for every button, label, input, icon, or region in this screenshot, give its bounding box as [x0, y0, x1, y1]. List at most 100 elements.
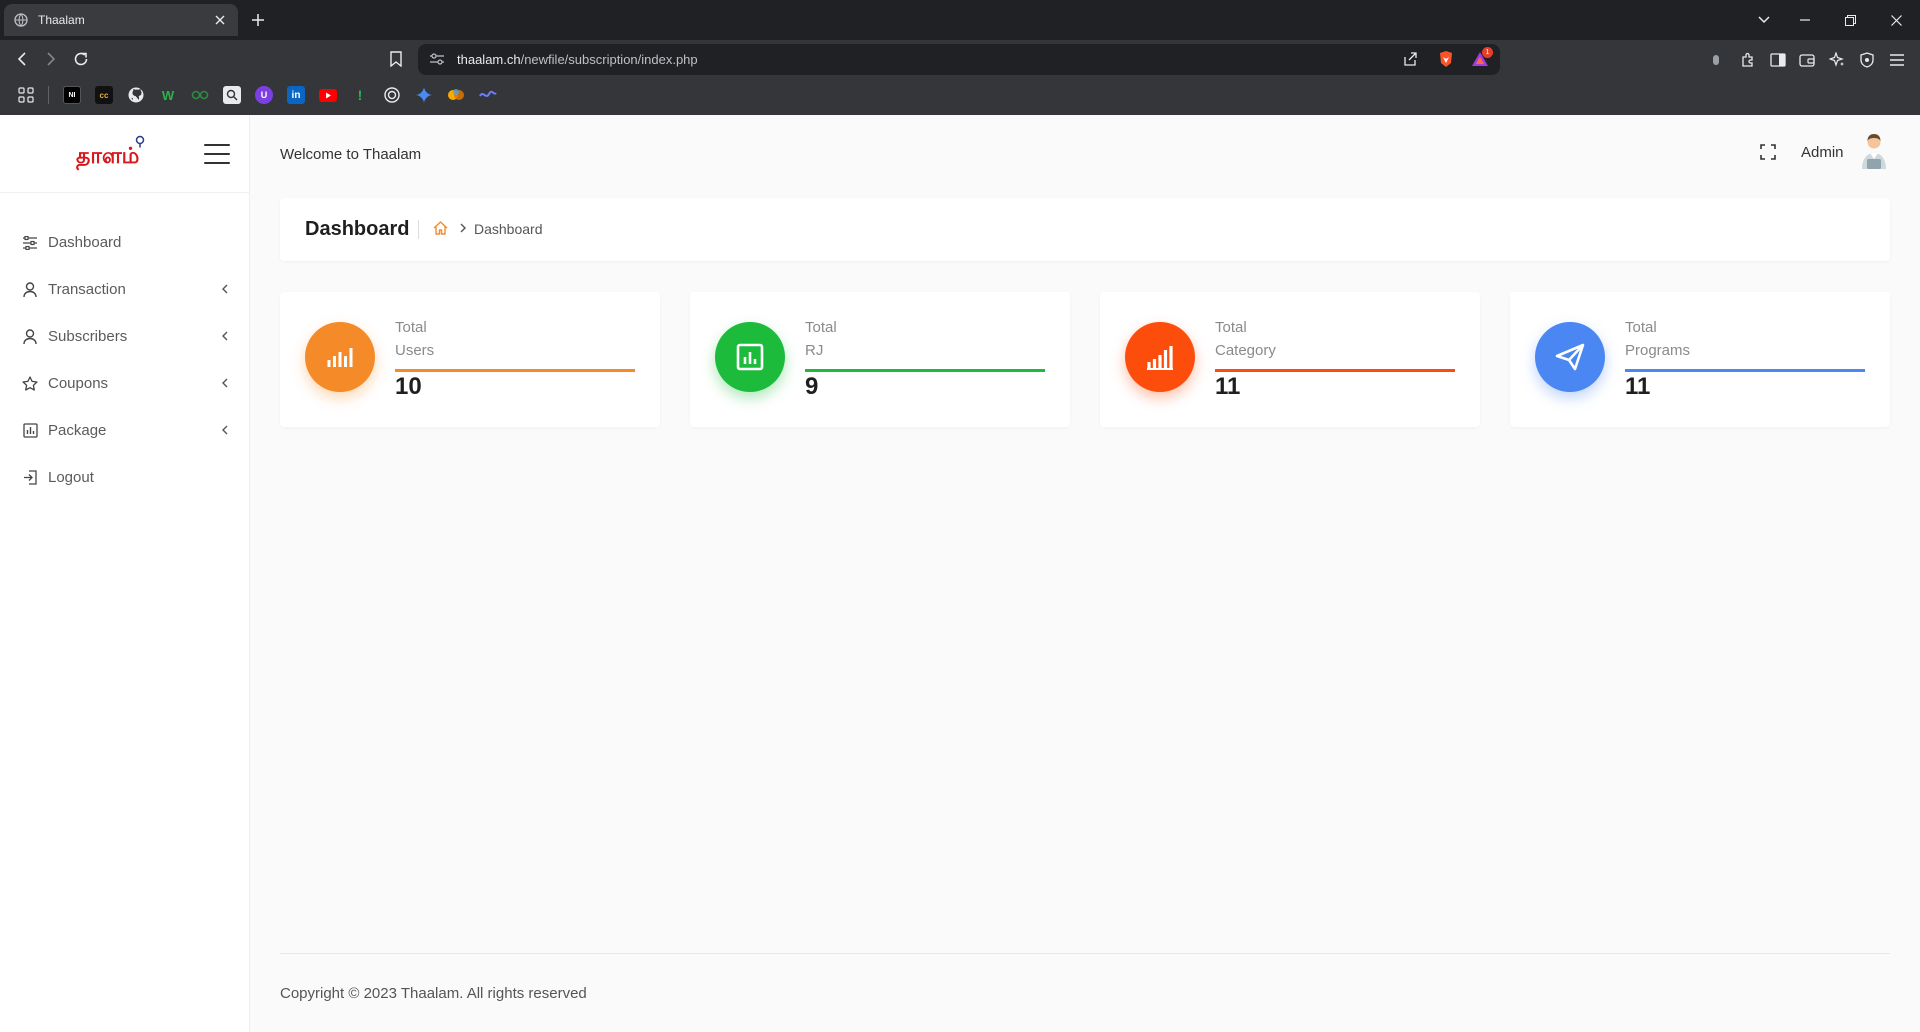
colab-icon[interactable]	[447, 86, 465, 104]
close-tab-icon[interactable]	[212, 12, 228, 28]
globe-icon	[14, 13, 28, 27]
avatar[interactable]	[1860, 133, 1888, 171]
footer-divider	[280, 953, 1890, 954]
new-tab-icon[interactable]	[248, 10, 268, 30]
chart-box-icon	[22, 423, 38, 439]
star-icon	[22, 375, 38, 392]
bookmark-ni-icon[interactable]: NI	[63, 86, 81, 104]
sidebar-item-subscribers[interactable]: Subscribers	[0, 313, 250, 360]
sidebar-item-coupons[interactable]: Coupons	[0, 360, 250, 407]
breadcrumb-divider	[418, 220, 419, 239]
sidebar-item-transaction[interactable]: Transaction	[0, 266, 250, 313]
gemini-icon[interactable]	[415, 86, 433, 104]
forward-icon[interactable]	[41, 49, 61, 69]
stat-underline	[1625, 369, 1865, 372]
share-icon[interactable]	[1400, 49, 1420, 69]
stat-label: Total	[1625, 319, 1657, 336]
apps-grid-icon[interactable]	[17, 86, 35, 104]
breadcrumb-card: Dashboard Dashboard	[280, 198, 1890, 261]
brave-shield-icon[interactable]	[1436, 49, 1456, 69]
browser-menu-icon[interactable]	[1887, 50, 1907, 70]
rewards-badge: 1	[1482, 47, 1493, 58]
user-name[interactable]: Admin	[1801, 144, 1844, 161]
reload-icon[interactable]	[71, 49, 91, 69]
wallet-icon[interactable]	[1797, 50, 1817, 70]
sidebar-menu: Dashboard Transaction Subscribers Coupon…	[0, 219, 250, 501]
stat-value: 11	[1215, 373, 1241, 400]
breadcrumb-current: Dashboard	[474, 221, 543, 237]
back-icon[interactable]	[12, 49, 32, 69]
user-icon	[22, 328, 38, 345]
restore-icon[interactable]	[1838, 8, 1862, 32]
stat-value: 11	[1625, 373, 1651, 400]
bookmark-icon[interactable]	[386, 49, 406, 69]
thaalam-logo[interactable]: தாளம்	[74, 135, 150, 173]
youtube-icon[interactable]	[319, 86, 337, 104]
minimize-icon[interactable]	[1793, 8, 1817, 32]
sidebar-item-label: Subscribers	[48, 328, 128, 345]
bookmark-exclaim-icon[interactable]: !	[351, 86, 369, 104]
github-icon[interactable]	[127, 86, 145, 104]
page-title: Dashboard	[305, 218, 410, 240]
svg-text:தாளம்: தாளம்	[76, 144, 139, 171]
user-icon	[22, 281, 38, 298]
stat-underline	[395, 369, 635, 372]
stat-value: 10	[395, 373, 422, 400]
bookmark-w-icon[interactable]: W	[159, 86, 177, 104]
browser-tab-strip: Thaalam	[0, 0, 1920, 40]
welcome-text: Welcome to Thaalam	[280, 146, 422, 163]
bookmark-cc-icon[interactable]: cc	[95, 86, 113, 104]
browser-tab-title: Thaalam	[38, 13, 85, 27]
stat-underline	[1215, 369, 1455, 372]
fullscreen-icon[interactable]	[1758, 142, 1778, 162]
stat-underline	[805, 369, 1045, 372]
stat-card-programs[interactable]: Total Programs 11	[1510, 292, 1890, 427]
stat-card-rj[interactable]: Total RJ 9	[690, 292, 1070, 427]
url-path: /newfile/subscription/index.php	[520, 52, 698, 67]
sidebar-item-dashboard[interactable]: Dashboard	[0, 219, 250, 266]
stat-label: Programs	[1625, 342, 1691, 359]
stat-label: Users	[395, 342, 435, 359]
signal-bars-icon	[1125, 322, 1195, 392]
sidebar-item-label: Coupons	[48, 375, 109, 392]
browser-tab[interactable]: Thaalam	[4, 4, 238, 36]
site-settings-icon[interactable]	[428, 50, 446, 68]
target-icon[interactable]	[383, 86, 401, 104]
extensions-icon[interactable]	[1738, 50, 1758, 70]
chevron-right-icon	[457, 221, 469, 235]
sidebar-item-label: Logout	[48, 469, 94, 486]
home-icon[interactable]	[431, 219, 449, 237]
footer-copyright: Copyright © 2023 Thaalam. All rights res…	[280, 985, 587, 1002]
vpn-shield-icon[interactable]	[1857, 50, 1877, 70]
url-text: thaalam.ch/newfile/subscription/index.ph…	[457, 52, 698, 67]
coursera-icon[interactable]	[191, 86, 209, 104]
sidebar-item-logout[interactable]: Logout	[0, 454, 250, 501]
tab-search-icon[interactable]	[1752, 8, 1776, 32]
app-topbar: Welcome to Thaalam Admin	[250, 115, 1920, 193]
stat-value: 9	[805, 373, 819, 400]
send-icon	[1535, 322, 1605, 392]
sidebar-item-package[interactable]: Package	[0, 407, 250, 454]
stat-label: Total	[1215, 319, 1247, 336]
chevron-left-icon	[218, 330, 230, 342]
stat-card-users[interactable]: Total Users 10	[280, 292, 660, 427]
close-window-icon[interactable]	[1884, 8, 1908, 32]
extension-dot-icon[interactable]	[1706, 50, 1726, 70]
brave-rewards-icon[interactable]: 1	[1470, 47, 1493, 69]
hamburger-menu-icon[interactable]	[204, 144, 230, 164]
sidebar-item-label: Transaction	[48, 281, 126, 298]
sliders-icon	[22, 235, 38, 251]
stat-card-category[interactable]: Total Category 11	[1100, 292, 1480, 427]
bookmark-u-icon[interactable]: U	[255, 86, 273, 104]
stat-label: Total	[805, 319, 837, 336]
sidebar-item-label: Dashboard	[48, 234, 122, 251]
bookmarks-divider	[48, 86, 49, 104]
logo-area: தாளம்	[0, 115, 250, 193]
notes-bookmark-icon[interactable]	[479, 86, 497, 104]
linkedin-icon[interactable]: in	[287, 86, 305, 104]
search-bookmark-icon[interactable]	[223, 86, 241, 104]
sidebar-toggle-icon[interactable]	[1768, 50, 1788, 70]
leo-ai-icon[interactable]	[1827, 50, 1847, 70]
chevron-left-icon	[218, 377, 230, 389]
stat-label: Total	[395, 319, 427, 336]
